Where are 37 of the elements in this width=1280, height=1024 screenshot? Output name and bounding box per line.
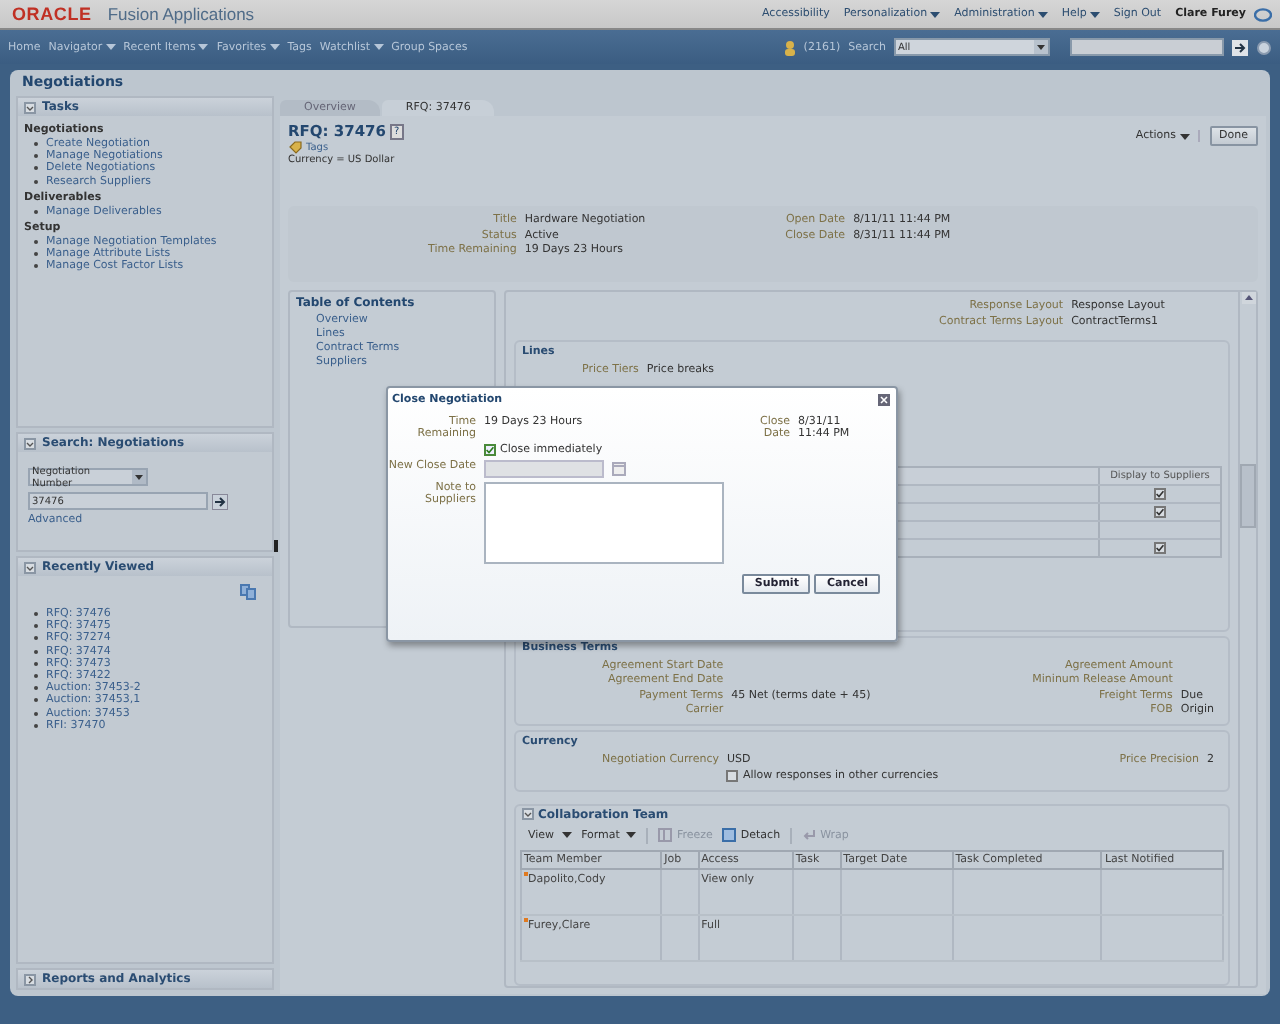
caret-icon [198,44,209,50]
caret-icon [561,832,572,838]
caret-icon [1179,133,1190,139]
caret-icon [105,44,116,50]
checkbox[interactable] [726,769,739,781]
oracle-logo: ORACLE [12,4,92,24]
toggle-icon[interactable] [24,561,36,573]
caret-icon [930,11,941,17]
caret-icon [132,470,146,484]
wrap-arrow-icon [802,828,817,842]
toggle-icon[interactable] [24,101,36,113]
go-arrow-icon[interactable] [1232,39,1248,55]
toggle-icon[interactable] [522,808,534,820]
search-field[interactable] [1070,38,1224,56]
product-name: Fusion Applications [107,4,255,24]
person-icon[interactable] [783,39,796,55]
caret-icon [626,832,637,838]
scrollbar-thumb[interactable] [1240,464,1256,528]
caret-icon [269,44,280,50]
close-icon[interactable] [878,394,890,406]
checkbox[interactable] [484,444,496,456]
columns-icon [658,828,673,842]
note-field[interactable] [484,482,724,564]
checkbox[interactable] [1154,541,1166,553]
caret-icon [1034,40,1048,54]
window-icon [722,828,737,842]
toggle-icon[interactable] [24,973,36,985]
scroll-up-icon[interactable] [1241,292,1255,304]
tag-icon[interactable] [288,140,302,154]
toggle-icon[interactable] [24,437,36,449]
go-arrow-icon[interactable] [212,493,228,509]
caret-icon [1089,11,1100,17]
caret-icon [373,44,384,50]
checkbox[interactable] [1154,487,1166,499]
caret-icon [1037,11,1048,17]
collapse-handle[interactable] [274,540,278,552]
checkbox[interactable] [1154,505,1166,517]
